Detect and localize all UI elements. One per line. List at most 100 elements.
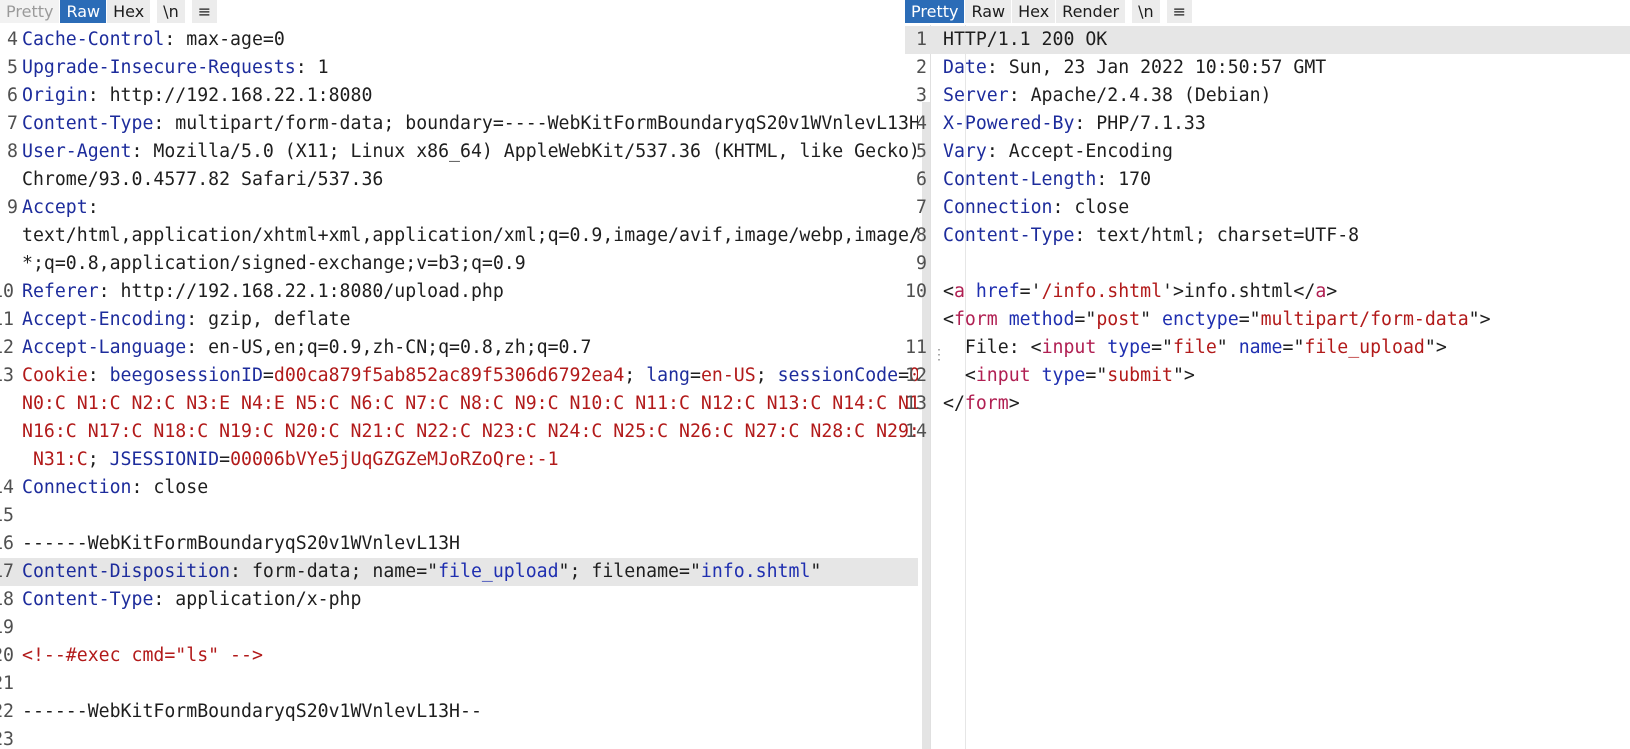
code-token: : [87, 365, 110, 386]
header-name: Content-Length [943, 169, 1097, 190]
response-line: 4 X-Powered-By: PHP/7.1.33 [905, 110, 1630, 138]
header-name: JSESSIONID [109, 449, 220, 470]
code-token: : http://192.168.22.1:8080/upload.php [98, 281, 504, 302]
request-hex-tab[interactable]: Hex [107, 0, 151, 23]
line-number: 11 [905, 337, 927, 358]
code-token: "; filename=" [558, 561, 701, 582]
response-line: 3 Server: Apache/2.4.38 (Debian) [905, 82, 1630, 110]
header-name: Content-Type [943, 225, 1075, 246]
line-text: Connection: close [22, 474, 208, 502]
line-number: 4 [916, 113, 927, 134]
value-token: N16:C N17:C N18:C N19:C N20:C N21:C N22:… [22, 421, 918, 442]
response-menu-icon[interactable]: ≡ [1166, 0, 1193, 23]
line-text: Content-Length: 170 [943, 166, 1151, 194]
response-hex-tab[interactable]: Hex [1012, 0, 1056, 23]
code-token: > [1326, 281, 1338, 302]
code-token: File: < [943, 337, 1042, 358]
code-token: name [1238, 337, 1283, 358]
code-token: = [219, 449, 231, 470]
response-newline-toggle[interactable]: \n [1132, 0, 1160, 23]
line-text: File: <input type="file" name="file_uplo… [943, 334, 1447, 362]
line-number: 10 [0, 281, 14, 302]
response-editor[interactable]: 1 HTTP/1.1 200 OK 2 Date: Sun, 23 Jan 2022 … [905, 26, 1630, 749]
line-text: ------WebKitFormBoundaryqS20v1WVnlevL13H [22, 530, 460, 558]
response-pane: Pretty Raw Hex Render \n ≡ 1 HTTP/1.1 200… [905, 0, 1630, 749]
code-token: file_upload [1304, 337, 1425, 358]
code-token: type [1041, 365, 1086, 386]
header-name: Accept-Language [22, 337, 187, 358]
code-token: : multipart/form-data; boundary=----WebK… [153, 113, 918, 134]
line-text: text/html,application/xhtml+xml,applicat… [22, 222, 918, 250]
code-token: < [943, 309, 954, 330]
line-text: Upgrade-Insecure-Requests: 1 [22, 54, 329, 82]
code-token: : PHP/7.1.33 [1074, 113, 1206, 134]
line-number: 16 [0, 533, 14, 554]
code-token: *;q=0.8,application/signed-exchange;v=b3… [22, 253, 526, 274]
request-line: N16:C N17:C N18:C N19:C N20:C N21:C N22:… [0, 418, 918, 446]
header-name: Accept [22, 197, 88, 218]
code-token: "> [1468, 309, 1491, 330]
header-name: Connection [943, 197, 1053, 218]
line-text: Accept: [22, 194, 99, 222]
request-line: 22 ------WebKitFormBoundaryqS20v1WVnlevL1… [0, 698, 918, 726]
request-line: N31:C; JSESSIONID=00006bVYe5jUqGZGZeMJoR… [0, 446, 918, 474]
header-name: Origin [22, 85, 88, 106]
code-token: ; [87, 449, 110, 470]
header-name: Connection [22, 477, 132, 498]
line-text: Date: Sun, 23 Jan 2022 10:50:57 GMT [943, 54, 1326, 82]
response-line: 6 Content-Length: 170 [905, 166, 1630, 194]
request-line: 8 User-Agent: Mozilla/5.0 (X11; Linux x86… [0, 138, 918, 166]
code-token: /info.shtml [1041, 281, 1163, 302]
code-token: =" [1282, 337, 1305, 358]
code-token: : application/x-php [153, 589, 362, 610]
code-token: "> [1424, 337, 1447, 358]
response-line: 13 </form> [905, 390, 1630, 418]
request-line: 7 Content-Type: multipart/form-data; boun… [0, 110, 918, 138]
value-token: <!--#exec cmd="ls" --> [22, 645, 263, 666]
line-text: N0:C N1:C N2:C N3:E N4:E N5:C N6:C N7:C … [22, 390, 918, 418]
code-token: post [1096, 309, 1141, 330]
request-menu-icon[interactable]: ≡ [191, 0, 218, 23]
value-token: N31:C [32, 449, 88, 470]
request-line: 6 Origin: http://192.168.22.1:8080 [0, 82, 918, 110]
value-token: N0:C N1:C N2:C N3:E N4:E N5:C N6:C N7:C … [22, 393, 918, 414]
response-raw-tab[interactable]: Raw [965, 0, 1012, 23]
line-number: 15 [0, 505, 14, 526]
line-number: 12 [0, 337, 14, 358]
code-token: form [953, 309, 998, 330]
code-token: multipart/form-data [1260, 309, 1469, 330]
header-name: lang [646, 365, 690, 386]
request-pretty-tab[interactable]: Pretty [0, 0, 60, 23]
response-line: 1 HTTP/1.1 200 OK [905, 26, 1630, 54]
line-number: 8 [916, 225, 927, 246]
request-newline-toggle[interactable]: \n [157, 0, 185, 23]
code-token: text/html,application/xhtml+xml,applicat… [22, 225, 918, 246]
code-token: =" [1085, 365, 1108, 386]
response-line: <form method="post" enctype="multipart/f… [905, 306, 1630, 334]
request-editor[interactable]: 4 Cache-Control: max-age=0 5 Upgrade-Insecu… [0, 26, 918, 749]
response-render-tab[interactable]: Render [1056, 0, 1126, 23]
response-view-toolbar: Pretty Raw Hex Render \n ≡ [905, 0, 1193, 23]
line-text: Vary: Accept-Encoding [943, 138, 1173, 166]
code-token: a [953, 281, 965, 302]
code-token: HTTP/1.1 200 OK [943, 29, 1108, 50]
line-number: 23 [0, 729, 14, 749]
line-number: 22 [0, 701, 14, 722]
code-token: : form-data; name=" [230, 561, 439, 582]
request-raw-tab[interactable]: Raw [60, 0, 107, 23]
header-name: X-Powered-By [943, 113, 1075, 134]
request-line: 18 Content-Type: application/x-php [0, 586, 918, 614]
code-token: : 170 [1096, 169, 1152, 190]
line-number: 4 [7, 29, 18, 50]
line-text: X-Powered-By: PHP/7.1.33 [943, 110, 1206, 138]
line-number: 2 [916, 57, 927, 78]
line-text: ------WebKitFormBoundaryqS20v1WVnlevL13H… [22, 698, 482, 726]
request-line: text/html,application/xhtml+xml,applicat… [0, 222, 918, 250]
line-text: Origin: http://192.168.22.1:8080 [22, 82, 372, 110]
response-pretty-tab[interactable]: Pretty [905, 0, 965, 23]
header-name: Cache-Control [22, 29, 165, 50]
request-line: 17 Content-Disposition: form-data; name="… [0, 558, 918, 586]
